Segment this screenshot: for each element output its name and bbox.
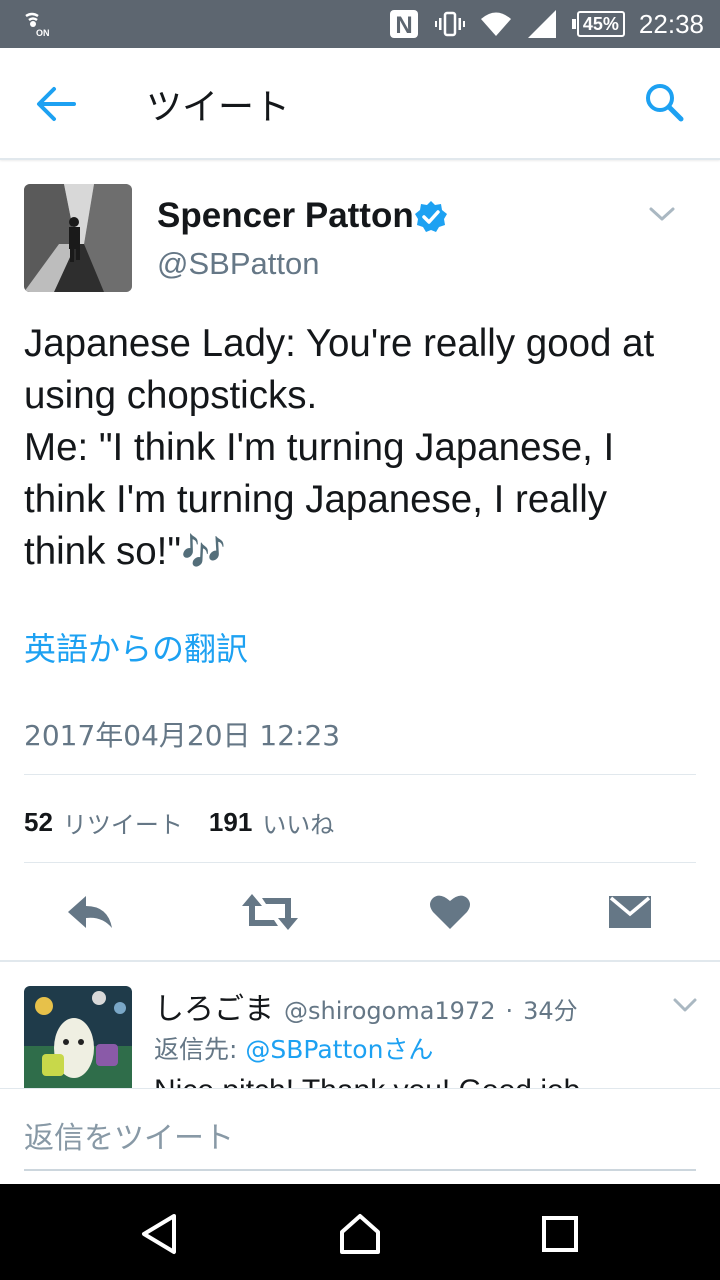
chevron-down-icon[interactable] — [672, 996, 698, 1014]
reply-header: しろごま @shirogoma1972 · 34分 — [154, 984, 578, 1028]
cell-signal-icon — [527, 10, 556, 38]
tweet-text-line: think I'm turning Japanese, I really — [24, 478, 608, 521]
tweet-text-line-end: think so!" — [24, 530, 182, 573]
home-icon[interactable] — [338, 1212, 382, 1256]
reply-avatar-image — [24, 986, 132, 1088]
tweet-text: Japanese Lady: You're really good at usi… — [24, 318, 704, 578]
tweet-text-line: think so!"🎶 — [24, 526, 704, 578]
envelope-icon — [609, 896, 651, 928]
like-button[interactable] — [420, 886, 480, 938]
retweet-button[interactable] — [240, 886, 300, 938]
chevron-down-icon[interactable] — [648, 204, 676, 224]
battery-indicator: 45% — [571, 11, 625, 37]
wifi-icon — [480, 12, 511, 36]
reply-text: Nice pitch! Thank you! Good job — [154, 1074, 580, 1088]
retweet-label[interactable]: リツイート — [63, 805, 183, 840]
tweet-text-line: using chopsticks. — [24, 374, 318, 417]
tweet-text-line: Me: "I think I'm turning Japanese, I — [24, 426, 615, 469]
reply-author-handle[interactable]: @shirogoma1972 — [284, 997, 496, 1025]
translate-link[interactable]: 英語からの翻訳 — [24, 624, 248, 670]
divider — [24, 774, 696, 775]
reply-separator: · — [505, 997, 514, 1025]
tweet-text-line: Japanese Lady: You're really good at — [24, 322, 655, 365]
verified-badge-icon — [415, 201, 447, 232]
heart-icon — [430, 895, 470, 929]
reply-input[interactable] — [24, 1107, 696, 1171]
reply-button[interactable] — [60, 886, 120, 938]
back-triangle-icon[interactable] — [138, 1212, 182, 1256]
author-handle[interactable]: @SBPatton — [157, 246, 319, 282]
broadcast-on-icon: ON — [25, 12, 50, 38]
reply-to-prefix: 返信先: — [154, 1035, 246, 1064]
search-icon[interactable] — [644, 82, 684, 122]
tweet-actions — [0, 880, 720, 946]
status-bar: ON N 45% 22:38 — [0, 0, 720, 48]
author-name[interactable]: Spencer Patton — [157, 196, 414, 236]
page-title: ツイート — [146, 87, 291, 128]
navigation-bar — [0, 1184, 720, 1280]
like-count[interactable]: 191 — [209, 807, 252, 838]
clock: 22:38 — [638, 8, 704, 39]
svg-text:N: N — [395, 12, 412, 39]
reply-to-line: 返信先: @SBPattonさん — [154, 1030, 433, 1066]
tweet-stats: 52 リツイート 191 いいね — [24, 802, 360, 842]
reply-author-name[interactable]: しろごま — [154, 984, 274, 1028]
like-label[interactable]: いいね — [262, 805, 334, 840]
reply-avatar[interactable] — [24, 986, 132, 1088]
retweet-icon — [242, 894, 298, 930]
direct-message-button[interactable] — [600, 886, 660, 938]
battery-percent: 45% — [576, 11, 625, 37]
author-avatar[interactable] — [24, 184, 132, 292]
app-bar: ツイート — [0, 48, 720, 160]
arrow-left-icon[interactable] — [34, 84, 78, 124]
recents-icon[interactable] — [538, 1212, 582, 1256]
nfc-icon: N — [389, 10, 418, 39]
svg-text:ON: ON — [36, 28, 50, 38]
reply-icon — [68, 896, 112, 928]
musical-notes-emoji: 🎶 — [181, 531, 226, 572]
retweet-count[interactable]: 52 — [24, 807, 53, 838]
reply-to-mention[interactable]: @SBPattonさん — [245, 1035, 433, 1064]
avatar-photo — [24, 184, 132, 292]
tweet-timestamp: 2017年04月20日 12:23 — [24, 719, 341, 752]
reply-item[interactable]: しろごま @shirogoma1972 · 34分 返信先: @SBPatton… — [0, 962, 720, 1088]
reply-age: 34分 — [523, 997, 578, 1025]
divider — [24, 862, 696, 863]
vibrate-icon — [434, 11, 465, 37]
reply-composer — [0, 1088, 720, 1184]
